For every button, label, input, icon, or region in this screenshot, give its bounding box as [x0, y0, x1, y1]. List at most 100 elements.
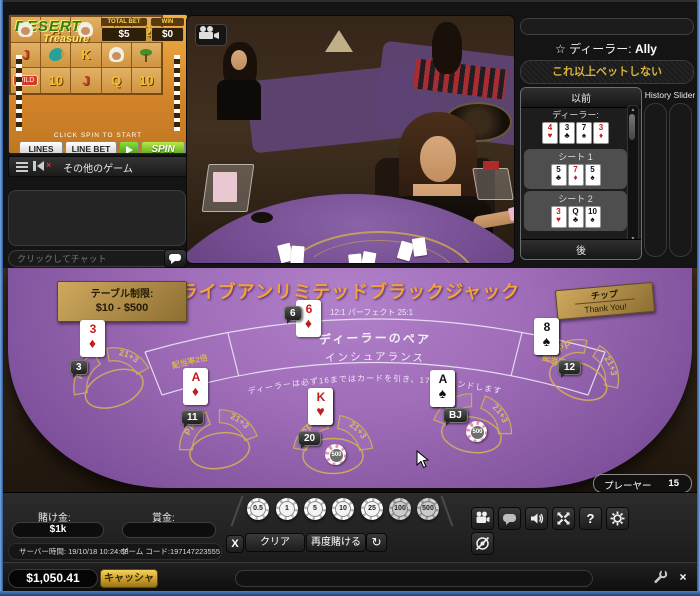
table-card: [290, 245, 305, 263]
clear-button[interactable]: クリア: [245, 533, 305, 552]
history-row-seat2: シート 2 3 ♥ Q ♣ 10 ♠: [524, 191, 627, 231]
animations-off-button[interactable]: [471, 532, 494, 555]
star-icon[interactable]: ☆: [555, 42, 566, 56]
history-panel: 以前 ディーラー: 4 ♥ 3 ♣ 7 ♠ 3 ♦ シート 1 5 ♣ 7 ♦ 5 ♠: [520, 87, 642, 260]
history-rows: ディーラー: 4 ♥ 3 ♣ 7 ♠ 3 ♦ シート 1 5 ♣ 7 ♦ 5 ♠ シート 2: [524, 105, 627, 244]
history-card: 7 ♠: [576, 122, 592, 144]
hand-total-badge: 12: [558, 360, 582, 378]
chat-input[interactable]: [8, 250, 172, 267]
line-bet-button[interactable]: LINE BET: [65, 141, 117, 153]
other-games-label[interactable]: その他のゲーム: [9, 160, 187, 175]
casino-window: DESERT Treasure TOTAL BET $5 WIN $0 A 10…: [0, 0, 700, 596]
chat-toggle-button[interactable]: [498, 507, 521, 530]
chip-500[interactable]: 500: [417, 498, 439, 520]
background-dealer-body: [217, 80, 261, 120]
history-card: 5 ♣: [550, 164, 567, 186]
palms-symbol: [139, 48, 153, 62]
history-card: Q ♣: [567, 206, 584, 228]
parrot-symbol: [48, 48, 66, 62]
chip-0.5[interactable]: 0.5: [247, 498, 269, 520]
chip-100[interactable]: 100: [389, 498, 411, 520]
players-count-pill: プレーヤー 15: [593, 474, 692, 492]
symbol-J: J: [82, 73, 90, 89]
sound-button[interactable]: [525, 507, 548, 530]
wall-lamp: [325, 30, 353, 52]
player-card: 8 ♠: [534, 318, 559, 355]
stream-quality-button[interactable]: [471, 507, 494, 530]
bet-spot-2[interactable]: PP 21+3: [159, 380, 272, 480]
history-row-title: シート 1: [558, 152, 593, 162]
chip-10[interactable]: 10: [332, 498, 354, 520]
scroll-up-icon[interactable]: ▲: [628, 107, 638, 113]
player-card: K ♥: [308, 388, 333, 425]
history-slider-track-2[interactable]: [669, 103, 692, 257]
help-button[interactable]: ?: [579, 507, 602, 530]
symbol-10: 10: [139, 73, 154, 89]
dealer-label: ディーラー:: [569, 42, 632, 56]
sheikh-symbol: [108, 47, 124, 63]
dealer-name: Ally: [634, 42, 657, 56]
chat-bubble-icon: [169, 254, 181, 264]
reel-symbol: [41, 42, 71, 68]
lines-button[interactable]: LINES: [19, 141, 63, 153]
video-camera-button[interactable]: [195, 24, 227, 46]
chip-5[interactable]: 5: [304, 498, 326, 520]
film-strip-right: [174, 55, 180, 131]
slot-game-widget[interactable]: DESERT Treasure TOTAL BET $5 WIN $0 A 10…: [8, 14, 188, 154]
close-button[interactable]: ×: [674, 569, 692, 586]
chip-tray-edge: [440, 495, 454, 527]
hand-total-badge: 11: [181, 410, 204, 428]
symbol-J: J: [21, 47, 30, 63]
rebet-button[interactable]: 再度賭ける: [306, 533, 366, 552]
red-card: [483, 161, 499, 170]
window-border-top: [0, 0, 700, 2]
fullscreen-button[interactable]: [552, 507, 575, 530]
history-row-title: ディーラー:: [552, 110, 599, 120]
history-card: 5 ♠: [584, 164, 601, 186]
shoe-cards: [213, 172, 237, 202]
player-card: 3 ♦: [80, 320, 105, 357]
dealer-face: [420, 136, 456, 182]
settings-button[interactable]: [606, 507, 629, 530]
chat-send-button[interactable]: [164, 249, 187, 268]
limits-label: テーブル制限:: [90, 289, 154, 300]
history-card: 3 ♥: [550, 206, 567, 228]
dealer-total-badge: 6: [284, 306, 302, 324]
history-card: 3 ♦: [593, 122, 609, 144]
chip-25[interactable]: 25: [361, 498, 383, 520]
dealer-name-line: ☆ ディーラー: Ally: [516, 40, 696, 57]
game-code: ゲーム コード:197147223555: [121, 547, 221, 556]
bet-chip: 500: [466, 421, 487, 442]
server-time: サーバー時間: 19/10/18 10:24:08: [19, 547, 129, 556]
wrench-icon: [654, 570, 668, 584]
other-games-bar[interactable]: × その他のゲーム: [8, 156, 188, 177]
reel-symbol: Q: [101, 68, 131, 93]
history-scrollbar[interactable]: ▲ ▼: [627, 105, 639, 244]
cashier-button[interactable]: キャッシャー: [100, 569, 158, 596]
history-card: 10 ♠: [584, 206, 601, 228]
sheikh-symbol: [78, 21, 94, 37]
spin-button[interactable]: SPIN: [141, 141, 185, 153]
no-more-bets-button[interactable]: これ以上ベットしない: [520, 60, 694, 84]
history-next-footer[interactable]: 後: [521, 239, 641, 259]
live-video-feed: [186, 15, 515, 264]
chip-tray-edge: [230, 495, 244, 527]
background-dealer-face: [231, 50, 247, 70]
speaker-icon: [531, 513, 544, 524]
chat-bubble-icon: [503, 514, 516, 525]
symbol-K: K: [81, 47, 91, 63]
reel-symbol: [101, 42, 131, 68]
play-icon[interactable]: [119, 141, 139, 153]
history-slider-track-1[interactable]: [644, 103, 667, 257]
fullscreen-icon: [557, 512, 570, 525]
tools-button[interactable]: [652, 569, 670, 586]
history-row-seat1: シート 1 5 ♣ 7 ♦ 5 ♠: [524, 149, 627, 189]
window-border-bottom: [0, 591, 700, 596]
svg-text:インシュアランス: インシュアランス: [325, 351, 426, 365]
clear-x-button[interactable]: X: [226, 535, 244, 553]
scrollbar-thumb[interactable]: [629, 114, 635, 140]
window-border-left: [0, 0, 3, 596]
chip-1[interactable]: 1: [276, 498, 298, 520]
rebet-icon[interactable]: ↻: [366, 533, 387, 552]
player-card: A ♠: [430, 370, 455, 407]
